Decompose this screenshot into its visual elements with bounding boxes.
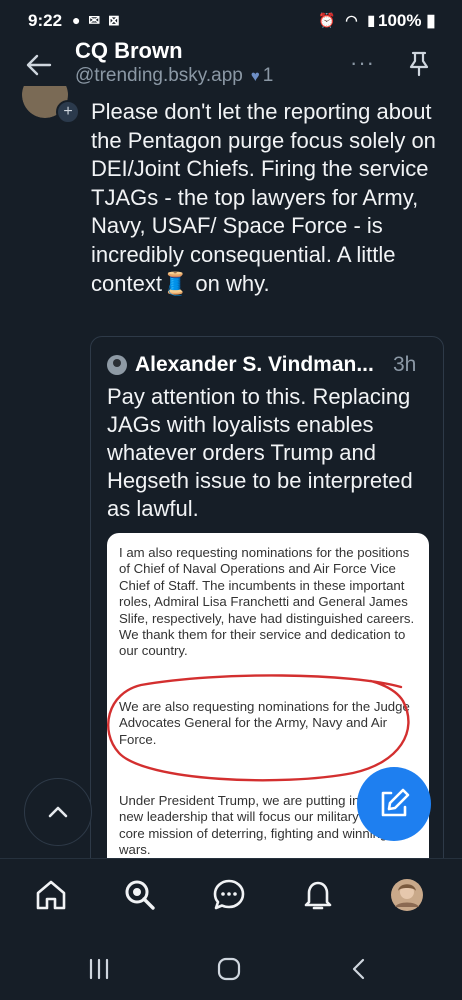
quoted-author-avatar [107,355,127,375]
compose-button[interactable] [357,767,431,841]
pin-icon[interactable] [404,48,434,78]
quoted-author-name: Alexander S. Vindman... [135,353,374,376]
thread-header: CQ Brown @trending.bsky.app ♥ 1 ··· [0,36,462,94]
post-text: Please don't let the reporting about the… [91,99,436,296]
quoted-post-time: 3h [393,353,417,376]
feed-title: CQ Brown [75,38,183,63]
more-options-icon[interactable]: ··· [350,50,375,76]
handle-text: @trending.bsky.app [75,65,243,86]
home-circle-icon[interactable] [216,956,242,982]
battery-level: 100% ▮ [378,11,436,30]
system-back-icon[interactable] [346,956,372,982]
follow-plus-icon[interactable]: + [56,100,80,124]
system-icons: ⏰ ◠ ▮ [318,12,379,28]
chat-icon[interactable] [211,877,247,913]
status-bar: 9:22 ● ✉ ⊠ ⏰ ◠ ▮ 100% ▮ [0,0,462,40]
compose-icon [381,788,410,817]
system-navigation-bar [0,938,462,1000]
notifications-icon[interactable] [300,877,336,913]
status-time: 9:22 [28,11,63,30]
profile-avatar[interactable] [389,877,425,913]
scroll-to-top-button[interactable] [24,778,92,846]
like-count: 1 [262,65,274,86]
search-icon[interactable] [122,877,158,913]
heart-icon: ♥ [250,68,260,85]
back-arrow-icon[interactable] [24,50,54,80]
notification-icons: ● ✉ ⊠ [72,12,122,28]
recent-apps-icon[interactable] [86,956,112,982]
quoted-post-text: Pay attention to this. Replacing JAGs wi… [107,384,413,521]
bottom-navigation [0,858,462,939]
document-paragraph: I am also requesting nominations for the… [119,545,415,659]
home-icon[interactable] [33,877,69,913]
feed-handle: @trending.bsky.app ♥ 1 [75,65,273,87]
